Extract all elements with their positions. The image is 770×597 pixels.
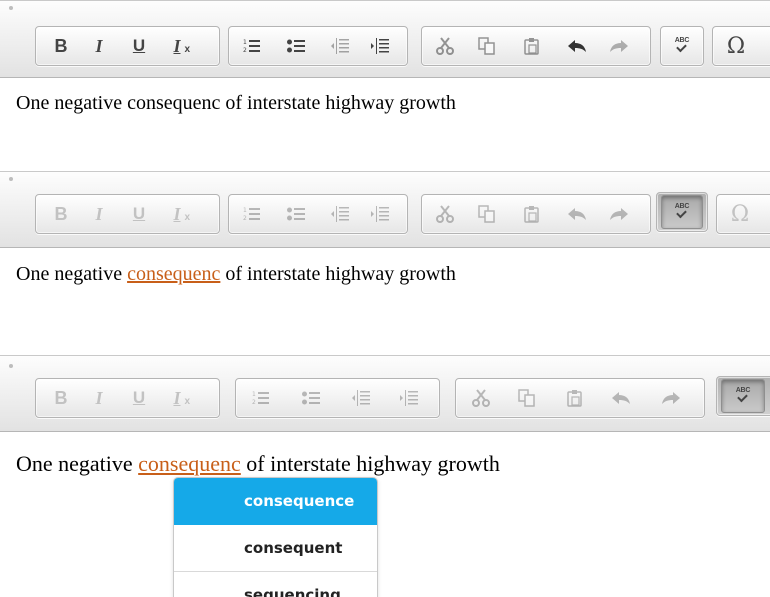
spellcheck-button[interactable]: ABC	[667, 30, 697, 62]
increase-indent-icon[interactable]	[365, 30, 395, 62]
bulleted-list-icon[interactable]	[281, 30, 311, 62]
undo-icon	[606, 382, 636, 414]
list-group: 12	[235, 378, 440, 418]
cut-icon[interactable]	[430, 30, 460, 62]
special-char-group: Ω	[712, 26, 770, 66]
spellcheck-button[interactable]: ABC	[721, 379, 765, 413]
underline-button: U	[132, 388, 146, 407]
clipboard-group	[421, 194, 651, 234]
redo-icon[interactable]	[604, 30, 634, 62]
svg-text:2: 2	[243, 47, 247, 54]
underline-button[interactable]: U	[124, 30, 154, 62]
format-group: B I U Ix	[35, 194, 220, 234]
special-char-group: Ω	[716, 194, 770, 234]
editor-text[interactable]: One negative consequenc of interstate hi…	[16, 92, 456, 115]
suggestion-item[interactable]: consequent	[174, 525, 377, 572]
spell-suggestions-menu: consequence consequent sequencing	[173, 477, 378, 597]
cut-icon	[466, 382, 496, 414]
clipboard-group	[455, 378, 705, 418]
misspelled-word[interactable]: consequenc	[127, 263, 220, 285]
editor-panel-suggestions: B I U Ix 12 ABC One negative consequenc …	[0, 355, 770, 597]
svg-text:1: 1	[243, 207, 247, 214]
undo-icon[interactable]	[562, 30, 592, 62]
redo-icon	[656, 382, 686, 414]
editor-text[interactable]: One negative consequenc of interstate hi…	[16, 451, 500, 477]
list-group: 12	[228, 26, 408, 66]
format-group: B I U Ix	[35, 26, 220, 66]
editor-toolbar: B I U Ix 12	[0, 171, 770, 248]
toolbar-grip[interactable]	[9, 6, 13, 10]
svg-text:2: 2	[252, 399, 256, 406]
bold-button: B	[54, 203, 68, 224]
paste-icon	[517, 198, 547, 230]
numbered-list-icon: 12	[246, 382, 276, 414]
special-char-button[interactable]: Ω	[721, 30, 751, 62]
spellcheck-group: ABC	[656, 192, 708, 232]
toolbar-grip[interactable]	[9, 364, 13, 368]
decrease-indent-icon	[346, 382, 376, 414]
increase-indent-icon	[394, 382, 424, 414]
paste-icon[interactable]	[517, 30, 547, 62]
editor-toolbar: B I U Ix 12	[0, 355, 770, 432]
cut-icon	[430, 198, 460, 230]
editor-panel-spellcheck: B I U Ix 12 ABC Ω One negative consequen…	[0, 171, 770, 326]
numbered-list-icon: 12	[237, 198, 267, 230]
copy-icon	[512, 382, 542, 414]
svg-text:1: 1	[243, 39, 247, 46]
misspelled-word[interactable]: consequenc	[138, 451, 241, 476]
suggestion-item[interactable]: consequence	[174, 478, 377, 525]
copy-icon[interactable]	[472, 30, 502, 62]
svg-text:2: 2	[243, 215, 247, 222]
bulleted-list-icon	[281, 198, 311, 230]
italic-button: I	[95, 387, 103, 408]
suggestion-item[interactable]: sequencing	[174, 572, 377, 597]
remove-format-button: Ix	[173, 203, 191, 224]
spellcheck-group: ABC	[660, 26, 704, 66]
increase-indent-icon	[365, 198, 395, 230]
bold-button: B	[54, 387, 68, 408]
clipboard-group	[421, 26, 651, 66]
editor-toolbar: B I U Ix 12	[0, 0, 770, 78]
special-char-button: Ω	[730, 201, 750, 227]
svg-text:1: 1	[252, 391, 256, 398]
bold-button[interactable]: B	[46, 30, 76, 62]
bulleted-list-icon	[296, 382, 326, 414]
spellcheck-group: ABC	[716, 376, 770, 416]
remove-format-button[interactable]: Ix	[162, 30, 192, 62]
editor-text[interactable]: One negative consequenc of interstate hi…	[16, 263, 456, 286]
redo-icon	[604, 198, 634, 230]
decrease-indent-icon	[325, 198, 355, 230]
remove-format-button: Ix	[173, 387, 191, 408]
italic-button[interactable]: I	[84, 30, 114, 62]
decrease-indent-icon[interactable]	[325, 30, 355, 62]
numbered-list-icon[interactable]: 12	[237, 30, 267, 62]
editor-panel-normal: B I U Ix 12 ABC Ω One negative consequen…	[0, 0, 770, 150]
spellcheck-button[interactable]: ABC	[661, 195, 703, 229]
paste-icon	[560, 382, 590, 414]
list-group: 12	[228, 194, 408, 234]
italic-button: I	[95, 203, 103, 224]
format-group: B I U Ix	[35, 378, 220, 418]
undo-icon	[562, 198, 592, 230]
underline-button: U	[132, 204, 146, 223]
toolbar-grip[interactable]	[9, 177, 13, 181]
copy-icon	[472, 198, 502, 230]
